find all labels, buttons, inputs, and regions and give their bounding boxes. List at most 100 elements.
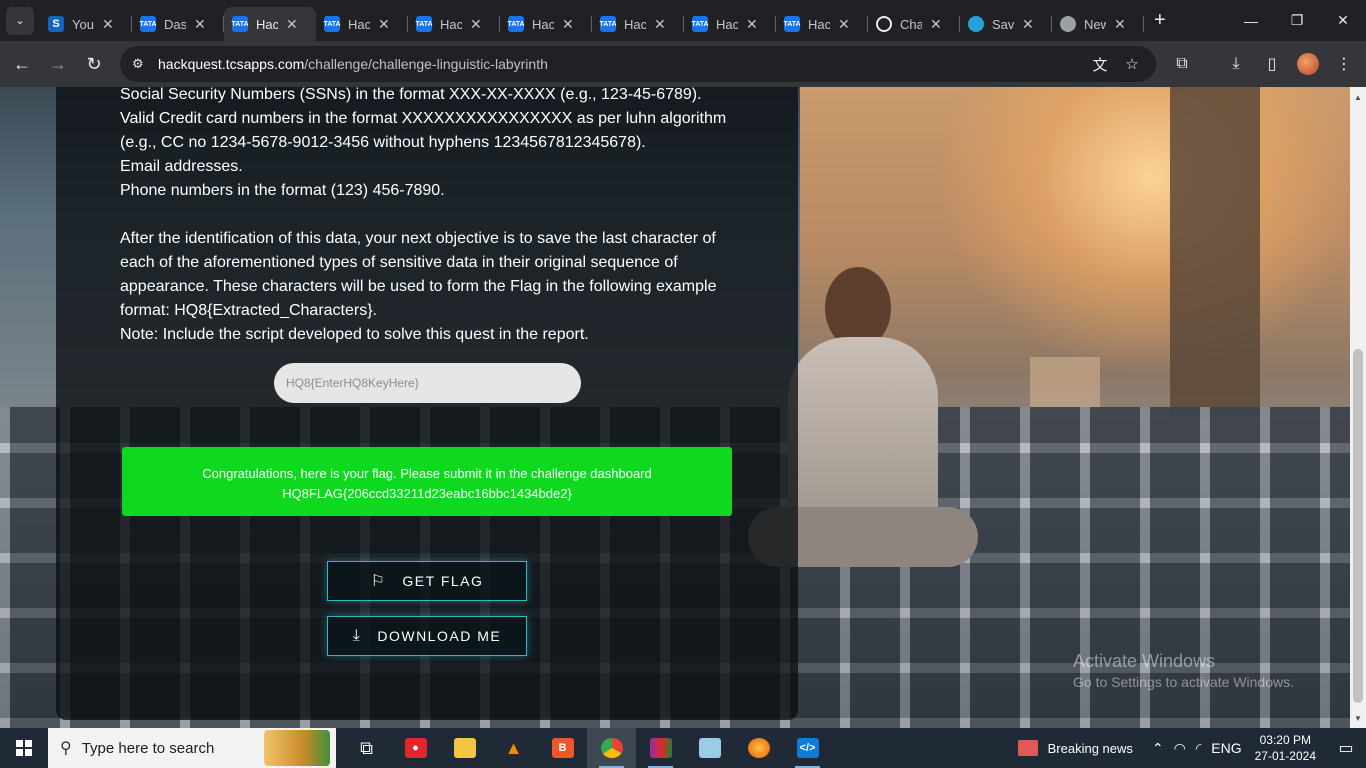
toolbar-actions: ⧉ ⤓ ▯ ⋮ — [1164, 46, 1362, 82]
scroll-down-icon[interactable]: ▼ — [1350, 710, 1366, 726]
translate-icon[interactable]: 文 — [1084, 54, 1116, 75]
wifi-icon[interactable]: ◜ — [1196, 740, 1201, 757]
background-tower — [1170, 87, 1260, 417]
address-bar[interactable]: ⚙ hackquest.tcsapps.com/challenge/challe… — [120, 46, 1156, 82]
app-firefox[interactable] — [734, 728, 783, 768]
get-flag-button[interactable]: ⚐ GET FLAG — [327, 561, 527, 601]
description-line: (e.g., CC no 1234-5678-9012-3456 without… — [120, 134, 646, 151]
app-screen-recorder[interactable]: ● — [391, 728, 440, 768]
tab-close-icon[interactable]: ✕ — [286, 16, 298, 33]
browser-tab[interactable]: TATA Dash ✕ — [132, 7, 224, 41]
tab-close-icon[interactable]: ✕ — [562, 16, 574, 33]
tab-close-icon[interactable]: ✕ — [470, 16, 482, 33]
scrollbar-thumb[interactable] — [1353, 349, 1363, 703]
vscode-icon: </> — [796, 738, 819, 758]
bookmark-star-icon[interactable]: ☆ — [1116, 55, 1148, 73]
download-me-button[interactable]: ⤓ DOWNLOAD ME — [327, 616, 527, 656]
reload-button[interactable]: ↻ — [76, 46, 112, 82]
profile-avatar[interactable] — [1297, 53, 1319, 75]
tab-label: Hack — [624, 16, 646, 32]
tab-close-icon[interactable]: ✕ — [654, 16, 666, 33]
url-host: hackquest.tcsapps.com — [158, 56, 305, 72]
browser-tab[interactable]: TATA Hack ✕ — [316, 7, 408, 41]
description-line: Note: Include the script developed to so… — [120, 326, 589, 343]
tab-close-icon[interactable]: ✕ — [838, 16, 850, 33]
activate-title: Activate Windows — [1073, 651, 1216, 671]
task-view-button[interactable]: ⧉ — [342, 728, 391, 768]
menu-kebab-icon[interactable]: ⋮ — [1326, 54, 1362, 74]
download-label: DOWNLOAD ME — [377, 628, 502, 644]
browser-tab[interactable]: S You ✕ — [40, 7, 132, 41]
tab-close-icon[interactable]: ✕ — [194, 16, 206, 33]
news-label: Breaking news — [1047, 740, 1133, 756]
clock[interactable]: 03:20 PM 27-01-2024 — [1255, 732, 1316, 764]
page-scrollbar[interactable]: ▲ ▼ — [1350, 87, 1366, 728]
app-chrome[interactable] — [587, 728, 636, 768]
notification-icon[interactable]: ▭ — [1326, 738, 1366, 758]
browser-tab[interactable]: New ✕ — [1052, 7, 1144, 41]
windows-logo-icon — [16, 740, 32, 756]
url-text[interactable]: hackquest.tcsapps.com/challenge/challeng… — [158, 56, 548, 72]
tab-close-icon[interactable]: ✕ — [1114, 16, 1126, 33]
chrome-icon — [600, 738, 623, 758]
tab-separator — [1143, 16, 1144, 32]
app-vscode[interactable]: </> — [783, 728, 832, 768]
start-button[interactable] — [0, 728, 48, 768]
close-window-icon[interactable]: ✕ — [1320, 0, 1366, 41]
extensions-icon[interactable]: ⧉ — [1164, 55, 1200, 73]
flag-value: HQ8FLAG{206ccd33211d23eabc16bbc1434bde2} — [282, 486, 572, 501]
tab-label: New — [1084, 16, 1106, 32]
browser-tab[interactable]: TATA Hack ✕ — [592, 7, 684, 41]
browser-tab[interactable]: TATA Hack ✕ — [500, 7, 592, 41]
side-panel-icon[interactable]: ▯ — [1254, 54, 1290, 74]
app-brave[interactable]: B — [538, 728, 587, 768]
browser-tab[interactable]: TATA Hack ✕ — [684, 7, 776, 41]
taskbar-search[interactable]: ⚲ Type here to search — [48, 728, 336, 768]
site-settings-icon[interactable]: ⚙ — [132, 56, 150, 72]
page-viewport: Social Security Numbers (SSNs) in the fo… — [0, 87, 1350, 728]
browser-tab[interactable]: Chat ✕ — [868, 7, 960, 41]
back-button[interactable]: ← — [4, 46, 40, 82]
network-icon[interactable]: ◠ — [1174, 740, 1186, 757]
description-line: Email addresses. — [120, 158, 243, 175]
forward-button[interactable]: → — [40, 46, 76, 82]
tab-close-icon[interactable]: ✕ — [102, 16, 114, 33]
browser-tab[interactable]: TATA Hack ✕ — [224, 7, 316, 41]
get-flag-label: GET FLAG — [402, 573, 484, 589]
tab-close-icon[interactable]: ✕ — [930, 16, 942, 33]
browser-tab[interactable]: Save ✕ — [960, 7, 1052, 41]
activate-windows-watermark: Activate Windows Go to Settings to activ… — [1073, 651, 1294, 690]
description-line: Valid Credit card numbers in the format … — [120, 110, 727, 127]
window-controls: — ❐ ✕ — [1228, 0, 1366, 41]
scroll-up-icon[interactable]: ▲ — [1350, 89, 1366, 105]
app-vlc[interactable]: ▲ — [489, 728, 538, 768]
task-view-icon: ⧉ — [360, 737, 373, 758]
firefox-icon — [747, 738, 770, 758]
app-notepad[interactable] — [685, 728, 734, 768]
tab-label: Hack — [440, 16, 462, 32]
tab-close-icon[interactable]: ✕ — [746, 16, 758, 33]
vlc-cone-icon: ▲ — [504, 737, 523, 758]
browser-tab[interactable]: TATA Hack ✕ — [776, 7, 868, 41]
tab-close-icon[interactable]: ✕ — [1022, 16, 1034, 33]
tab-search-button[interactable]: ⌄ — [6, 6, 34, 35]
chatgpt-icon — [876, 16, 892, 32]
description-line: Phone numbers in the format (123) 456-78… — [120, 182, 445, 199]
news-widget[interactable]: Breaking news — [1017, 740, 1133, 756]
tab-label: Hack — [716, 16, 738, 32]
tab-close-icon[interactable]: ✕ — [378, 16, 390, 33]
tata-logo-icon: TATA — [415, 16, 433, 32]
chevron-up-icon[interactable]: ⌃ — [1152, 740, 1164, 757]
app-file-explorer[interactable] — [440, 728, 489, 768]
download-icon: ⤓ — [352, 627, 362, 644]
new-tab-button[interactable]: + — [1154, 4, 1166, 38]
flag-input[interactable] — [274, 363, 581, 403]
news-icon — [1017, 740, 1038, 756]
language-indicator[interactable]: ENG — [1211, 740, 1241, 756]
browser-tab[interactable]: TATA Hack ✕ — [408, 7, 500, 41]
restore-icon[interactable]: ❐ — [1274, 0, 1320, 41]
app-winrar[interactable] — [636, 728, 685, 768]
description-line: format: HQ8{Extracted_Characters}. — [120, 302, 377, 319]
download-icon[interactable]: ⤓ — [1218, 55, 1254, 73]
minimize-icon[interactable]: — — [1228, 0, 1274, 41]
